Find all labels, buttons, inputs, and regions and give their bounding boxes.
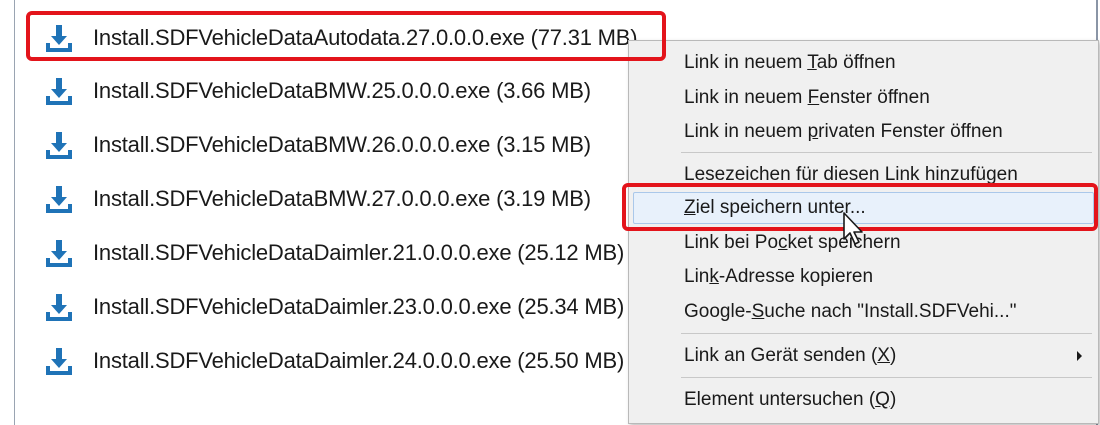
file-row[interactable]: Install.SDFVehicleDataDaimler.24.0.0.0.e…: [44, 341, 624, 381]
download-icon: [46, 132, 72, 159]
menu-item-label: Element untersuchen (Q): [684, 389, 897, 410]
download-icon: [46, 78, 72, 105]
menu-separator: [681, 377, 1092, 378]
menu-separator: [681, 152, 1092, 153]
menu-item-open-new-tab[interactable]: Link in neuem Tab öffnen: [633, 47, 1094, 79]
menu-item-label: Link bei Pocket speichern: [684, 232, 901, 253]
file-link[interactable]: Install.SDFVehicleDataBMW.25.0.0.0.exe (…: [93, 78, 591, 104]
file-row[interactable]: Install.SDFVehicleDataBMW.25.0.0.0.exe (…: [44, 71, 591, 111]
menu-item-google-search[interactable]: Google-Suche nach "Install.SDFVehi...": [633, 296, 1094, 328]
page: Install.SDFVehicleDataAutodata.27.0.0.0.…: [0, 0, 1100, 425]
menu-item-label: Google-Suche nach "Install.SDFVehi...": [684, 301, 1017, 322]
download-icon: [46, 348, 72, 375]
menu-separator: [681, 333, 1092, 334]
file-link[interactable]: Install.SDFVehicleDataBMW.27.0.0.0.exe (…: [93, 186, 591, 212]
menu-item-open-private-window[interactable]: Link in neuem privaten Fenster öffnen: [633, 116, 1094, 148]
file-row[interactable]: Install.SDFVehicleDataDaimler.23.0.0.0.e…: [44, 287, 624, 327]
window-border-left: [14, 0, 15, 425]
chevron-right-icon: [1077, 351, 1082, 361]
download-icon: [46, 186, 72, 213]
file-link[interactable]: Install.SDFVehicleDataDaimler.24.0.0.0.e…: [93, 348, 624, 374]
file-link[interactable]: Install.SDFVehicleDataBMW.26.0.0.0.exe (…: [93, 132, 591, 158]
file-link[interactable]: Install.SDFVehicleDataDaimler.23.0.0.0.e…: [93, 294, 624, 320]
download-icon: [46, 294, 72, 321]
highlight-box-file: [26, 11, 666, 61]
menu-item-open-new-window[interactable]: Link in neuem Fenster öffnen: [633, 82, 1094, 114]
menu-item-send-to-device[interactable]: Link an Gerät senden (X): [633, 340, 1094, 372]
menu-item-label: Link-Adresse kopieren: [684, 266, 874, 287]
file-row[interactable]: Install.SDFVehicleDataBMW.27.0.0.0.exe (…: [44, 179, 591, 219]
menu-item-inspect-element[interactable]: Element untersuchen (Q): [633, 384, 1094, 416]
download-icon: [46, 240, 72, 267]
menu-item-label: Link in neuem Fenster öffnen: [684, 87, 930, 108]
menu-item-label: Link in neuem Tab öffnen: [684, 52, 896, 73]
file-row[interactable]: Install.SDFVehicleDataDaimler.21.0.0.0.e…: [44, 233, 624, 273]
menu-item-copy-link[interactable]: Link-Adresse kopieren: [633, 261, 1094, 293]
file-row[interactable]: Install.SDFVehicleDataBMW.26.0.0.0.exe (…: [44, 125, 591, 165]
mouse-cursor-icon: [843, 212, 863, 245]
menu-item-label: Link in neuem privaten Fenster öffnen: [684, 121, 1003, 142]
file-link[interactable]: Install.SDFVehicleDataDaimler.21.0.0.0.e…: [93, 240, 624, 266]
menu-item-label: Link an Gerät senden (X): [684, 345, 897, 366]
